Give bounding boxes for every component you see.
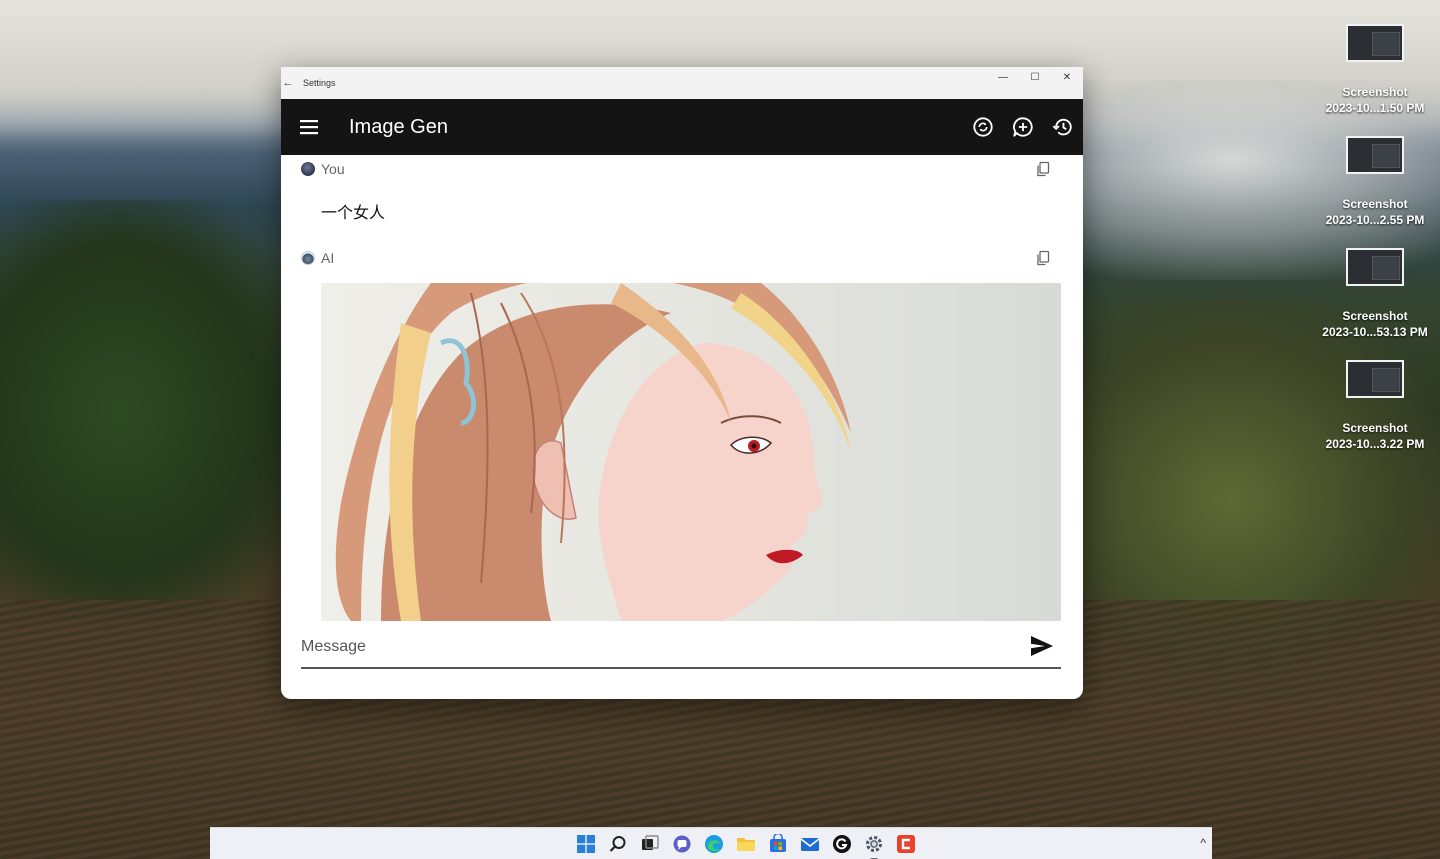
settings-icon[interactable] [862, 832, 886, 859]
window-controls: — ☐ ✕ [987, 67, 1083, 87]
app-bar: Image Gen [281, 99, 1083, 155]
message-header-user: You [301, 161, 345, 177]
close-button[interactable]: ✕ [1051, 67, 1083, 87]
screenshot-thumbnail-icon [1346, 248, 1404, 286]
store-icon[interactable] [766, 832, 790, 856]
desktop-file-name: Screenshot [1342, 197, 1408, 211]
new-chat-icon[interactable] [1003, 107, 1043, 147]
tray-chevron-icon[interactable]: ^ [1200, 836, 1206, 850]
message-input[interactable] [301, 635, 1001, 659]
model-switch-icon[interactable] [963, 107, 1003, 147]
copy-icon[interactable] [1035, 161, 1051, 177]
screenshot-thumbnail-icon [1346, 360, 1404, 398]
desktop-file-screenshot-1[interactable]: Screenshot 2023-10...1.50 PM [1310, 20, 1440, 132]
app-c-icon[interactable] [894, 832, 918, 856]
ai-avatar [301, 251, 315, 265]
taskbar: ^ [210, 827, 1212, 859]
desktop-file-subname: 2023-10...1.50 PM [1325, 101, 1425, 115]
github-icon[interactable] [830, 832, 854, 856]
window-titlebar[interactable]: ← Settings — ☐ ✕ [281, 67, 1083, 99]
taskbar-icons [574, 832, 918, 859]
desktop-file-name: Screenshot [1342, 309, 1408, 323]
desktop-file-screenshot-4[interactable]: Screenshot 2023-10...3.22 PM [1310, 356, 1440, 468]
window-title: Settings [303, 78, 336, 88]
generated-image[interactable] [321, 283, 1061, 621]
desktop-file-subname: 2023-10...53.13 PM [1322, 325, 1428, 339]
desktop-icons: Screenshot 2023-10...1.50 PM Screenshot … [1310, 20, 1440, 468]
desktop-file-subname: 2023-10...3.22 PM [1325, 437, 1425, 451]
maximize-button[interactable]: ☐ [1019, 67, 1051, 87]
app-window: ← Settings — ☐ ✕ Image Gen You 一个女人 AI M… [281, 67, 1083, 699]
desktop-file-screenshot-2[interactable]: Screenshot 2023-10...2.55 PM [1310, 132, 1440, 244]
message-text: 一个女人 [321, 203, 386, 222]
screenshot-thumbnail-icon [1346, 136, 1404, 174]
task-view-icon[interactable] [638, 832, 662, 856]
message-composer [301, 627, 1061, 669]
message-sender: You [321, 161, 345, 177]
desktop-forest [0, 200, 300, 620]
send-icon[interactable] [1029, 633, 1055, 659]
appbar-actions [963, 99, 1083, 155]
screenshot-thumbnail-icon [1346, 24, 1404, 62]
copy-icon[interactable] [1035, 250, 1051, 266]
desktop-file-screenshot-3[interactable]: Screenshot 2023-10...53.13 PM [1310, 244, 1440, 356]
chat-thread: You 一个女人 AI [281, 155, 1083, 621]
desktop-file-subname: 2023-10...2.55 PM [1325, 213, 1425, 227]
minimize-button[interactable]: — [987, 67, 1019, 87]
user-avatar [301, 162, 315, 176]
desktop-file-name: Screenshot [1342, 421, 1408, 435]
message-sender: AI [321, 250, 335, 266]
hamburger-menu-icon[interactable] [281, 99, 337, 155]
chat-icon[interactable] [670, 832, 694, 856]
desktop-file-name: Screenshot [1342, 85, 1408, 99]
edge-browser-icon[interactable] [702, 832, 726, 856]
history-icon[interactable] [1043, 107, 1083, 147]
windows-start-icon[interactable] [574, 832, 598, 856]
app-title: Image Gen [349, 115, 448, 138]
back-arrow-icon[interactable]: ← [281, 77, 295, 89]
mail-icon[interactable] [798, 832, 822, 856]
message-header-ai: AI [301, 250, 334, 266]
file-explorer-icon[interactable] [734, 832, 758, 856]
search-icon[interactable] [606, 832, 630, 856]
